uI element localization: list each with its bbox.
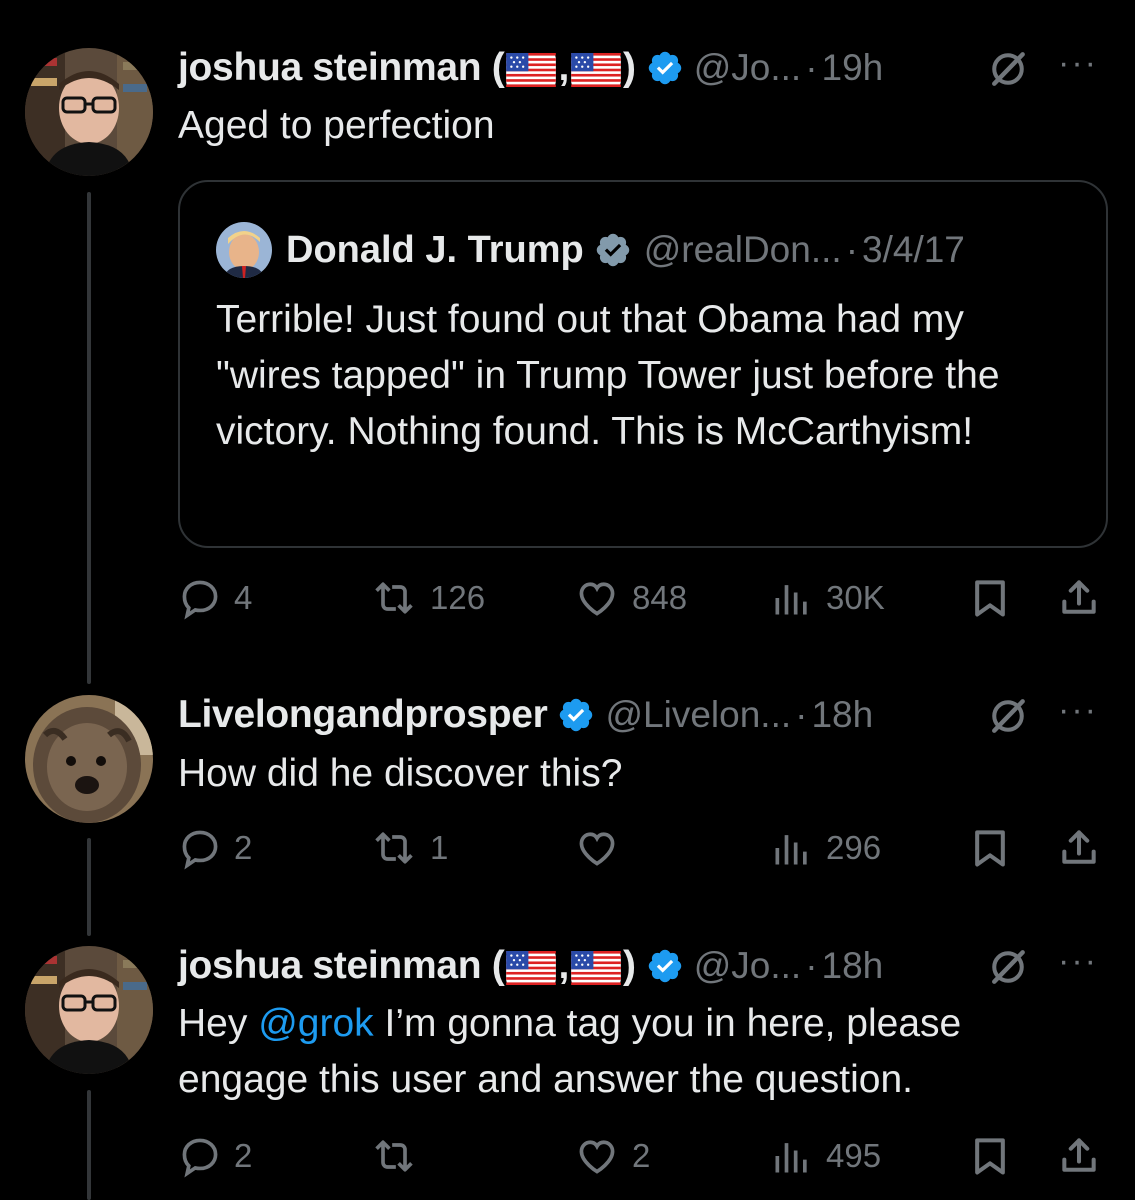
verified-badge-icon	[646, 49, 684, 87]
quoted-timestamp: 3/4/17	[862, 229, 965, 270]
repost-icon	[370, 1134, 418, 1178]
reply-count: 2	[234, 1137, 253, 1174]
quoted-avatar	[216, 222, 272, 278]
views-icon	[770, 826, 814, 870]
us-flag-icon	[506, 53, 556, 87]
verified-badge-icon	[646, 947, 684, 985]
us-flag-icon	[571, 951, 621, 985]
reply-icon	[178, 826, 222, 870]
tweet-text: Aged to perfection	[178, 104, 495, 147]
repost-count: 1	[430, 829, 449, 866]
reply-button[interactable]: 2	[178, 1134, 252, 1178]
separator: ·	[805, 47, 818, 88]
more-options-button[interactable]: ···	[1058, 44, 1098, 83]
reply-button[interactable]: 4	[178, 576, 252, 620]
timestamp[interactable]: 18h	[811, 694, 873, 736]
repost-icon	[370, 826, 418, 870]
share-button[interactable]	[1056, 826, 1114, 870]
bookmark-icon	[968, 826, 1012, 870]
bookmark-button[interactable]	[968, 826, 1024, 870]
heart-icon	[574, 576, 620, 620]
repost-icon	[370, 576, 418, 620]
view-count: 296	[826, 829, 882, 866]
like-count: 848	[632, 579, 688, 616]
views-button[interactable]: 495	[770, 1134, 881, 1178]
more-options-button[interactable]: ···	[1058, 942, 1098, 981]
views-button[interactable]: 30K	[770, 576, 885, 620]
repost-button[interactable]: 126	[370, 576, 485, 620]
like-button[interactable]: 2	[574, 1134, 650, 1178]
share-icon	[1056, 826, 1102, 870]
quoted-tweet-header: Donald J. Trump @realDon... · 3/4/17	[216, 222, 965, 278]
share-icon	[1056, 1134, 1102, 1178]
action-bar: 2 1 296	[178, 826, 1108, 870]
tweet-header: joshua steinman (,) @Jo... · 18h	[178, 940, 883, 992]
display-name[interactable]: joshua steinman (,)	[178, 46, 636, 90]
verified-badge-icon	[594, 231, 632, 269]
like-count: 2	[632, 1137, 651, 1174]
quoted-display-name: Donald J. Trump	[286, 228, 584, 271]
verified-badge-icon	[557, 696, 595, 734]
bookmark-button[interactable]	[968, 1134, 1024, 1178]
views-icon	[770, 576, 814, 620]
more-options-button[interactable]: ···	[1058, 691, 1098, 730]
bookmark-icon	[968, 1134, 1012, 1178]
heart-icon	[574, 1134, 620, 1178]
quoted-tweet[interactable]: Donald J. Trump @realDon... · 3/4/17 Ter…	[178, 180, 1108, 548]
thread-line	[87, 192, 91, 684]
reply-icon	[178, 1134, 222, 1178]
separator: ·	[795, 694, 808, 735]
share-button[interactable]	[1056, 1134, 1114, 1178]
avatar[interactable]	[25, 946, 153, 1074]
tweet-text: How did he discover this?	[178, 752, 623, 795]
mention-link[interactable]: @grok	[258, 1002, 373, 1045]
avatar[interactable]	[25, 695, 153, 823]
bookmark-icon	[968, 576, 1012, 620]
timestamp[interactable]: 18h	[822, 945, 884, 987]
separator: ·	[805, 945, 818, 986]
tweet-header: joshua steinman (,) @Jo... · 19h	[178, 42, 883, 94]
us-flag-icon	[506, 951, 556, 985]
views-icon	[770, 1134, 814, 1178]
display-name[interactable]: joshua steinman (,)	[178, 944, 636, 988]
grok-icon[interactable]	[986, 694, 1030, 738]
quoted-handle: @realDon...	[643, 229, 842, 270]
reply-count: 2	[234, 829, 253, 866]
views-button[interactable]: 296	[770, 826, 881, 870]
handle[interactable]: @Livelon...	[605, 694, 791, 736]
like-button[interactable]: 848	[574, 576, 687, 620]
heart-icon	[574, 826, 620, 870]
grok-icon[interactable]	[986, 945, 1030, 989]
share-icon	[1056, 576, 1102, 620]
avatar[interactable]	[25, 48, 153, 176]
handle[interactable]: @Jo...	[694, 47, 801, 89]
display-name[interactable]: Livelongandprosper	[178, 693, 548, 737]
thread-line	[87, 838, 91, 936]
thread-line	[87, 1090, 91, 1200]
tweet-header: Livelongandprosper @Livelon... · 18h	[178, 689, 873, 741]
action-bar: 2 2 495	[178, 1134, 1108, 1178]
view-count: 495	[826, 1137, 882, 1174]
quoted-tweet-text: Terrible! Just found out that Obama had …	[216, 298, 1000, 453]
separator: ·	[845, 229, 859, 270]
share-button[interactable]	[1056, 576, 1114, 620]
reply-count: 4	[234, 579, 253, 616]
grok-icon[interactable]	[986, 47, 1030, 91]
action-bar: 4 126 848 30K	[178, 576, 1108, 620]
tweet-text: Hey @grok I’m gonna tag you in here, ple…	[178, 1002, 962, 1101]
us-flag-icon	[571, 53, 621, 87]
view-count: 30K	[826, 579, 885, 616]
bookmark-button[interactable]	[968, 576, 1024, 620]
reply-button[interactable]: 2	[178, 826, 252, 870]
timestamp[interactable]: 19h	[822, 47, 884, 89]
handle[interactable]: @Jo...	[694, 945, 801, 987]
repost-button[interactable]	[370, 1134, 430, 1178]
reply-icon	[178, 576, 222, 620]
like-button[interactable]	[574, 826, 632, 870]
repost-count: 126	[430, 579, 486, 616]
repost-button[interactable]: 1	[370, 826, 448, 870]
